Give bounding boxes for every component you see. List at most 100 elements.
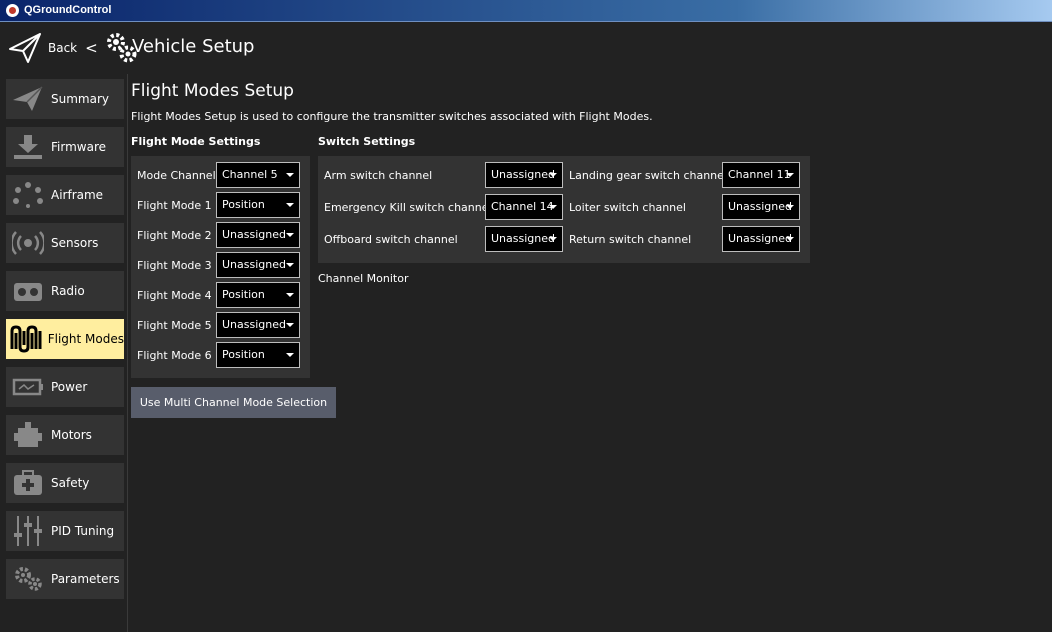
multi-channel-mode-button[interactable]: Use Multi Channel Mode Selection xyxy=(131,387,336,418)
loiter-switch-label: Loiter switch channel xyxy=(569,201,686,214)
switch-settings-panel: Arm switch channel Unassigned Emergency … xyxy=(318,156,810,263)
sidebar-item-label: Summary xyxy=(51,92,109,106)
dropdown-caret-icon xyxy=(286,293,294,297)
sidebar-item-label: Radio xyxy=(51,284,85,298)
sidebar-item-motors[interactable]: Motors xyxy=(6,415,124,455)
sidebar-item-summary[interactable]: Summary xyxy=(6,79,124,119)
page-section-title: Vehicle Setup xyxy=(132,36,255,57)
dropdown-caret-icon xyxy=(286,353,294,357)
window-titlebar: QGroundControl xyxy=(0,0,1052,22)
sidebar-item-safety[interactable]: Safety xyxy=(6,463,124,503)
sidebar-item-label: Motors xyxy=(51,428,92,442)
back-label: Back xyxy=(48,41,78,55)
flight-mode-5-label: Flight Mode 5 xyxy=(137,319,212,332)
back-button[interactable]: Back < xyxy=(8,30,138,66)
download-icon xyxy=(10,131,46,163)
dropdown-caret-icon xyxy=(786,237,794,241)
flight-mode-6-select[interactable]: Position xyxy=(216,342,300,368)
sidebar-item-label: Flight Modes xyxy=(47,332,124,346)
arm-switch-select[interactable]: Unassigned xyxy=(485,162,563,188)
return-switch-label: Return switch channel xyxy=(569,233,692,246)
select-value: Unassigned xyxy=(222,258,286,271)
sidebar-item-power[interactable]: Power xyxy=(6,367,124,407)
power-icon xyxy=(10,371,46,403)
sidebar-item-flight-modes[interactable]: Flight Modes xyxy=(6,319,124,359)
sidebar-item-firmware[interactable]: Firmware xyxy=(6,127,124,167)
sliders-icon xyxy=(10,515,46,547)
flight-mode-settings-panel: Mode Channel Channel 5 Flight Mode 1 Pos… xyxy=(131,156,310,378)
sidebar-item-pid-tuning[interactable]: PID Tuning xyxy=(6,511,124,551)
arm-switch-label: Arm switch channel xyxy=(324,169,433,182)
app-logo-icon xyxy=(6,4,19,17)
page-title: Flight Modes Setup xyxy=(131,81,294,101)
select-value: Position xyxy=(222,348,265,361)
breadcrumb-chevron: < xyxy=(85,39,98,57)
sidebar-item-airframe[interactable]: Airframe xyxy=(6,175,124,215)
setup-sidebar: Summary Firmware Airframe Sensors Radio … xyxy=(0,74,128,632)
select-value: Unassigned xyxy=(222,228,286,241)
dropdown-caret-icon xyxy=(549,237,557,241)
select-value: Channel 5 xyxy=(222,168,278,181)
offboard-switch-label: Offboard switch channel xyxy=(324,233,458,246)
sidebar-item-label: Parameters xyxy=(51,572,120,586)
sensors-icon xyxy=(10,227,46,259)
safety-icon xyxy=(10,467,46,499)
sidebar-item-label: Sensors xyxy=(51,236,99,250)
dropdown-caret-icon xyxy=(549,205,557,209)
sidebar-item-radio[interactable]: Radio xyxy=(6,271,124,311)
dropdown-caret-icon xyxy=(286,323,294,327)
dropdown-caret-icon xyxy=(286,173,294,177)
flight-mode-3-label: Flight Mode 3 xyxy=(137,259,212,272)
flight-mode-settings-heading: Flight Mode Settings xyxy=(131,135,261,148)
dropdown-caret-icon xyxy=(286,233,294,237)
mode-channel-select[interactable]: Channel 5 xyxy=(216,162,300,188)
sidebar-item-label: Safety xyxy=(51,476,90,490)
top-toolbar: Back < Vehicle Setup xyxy=(0,22,1052,74)
select-value: Channel 11 xyxy=(728,168,791,181)
channel-monitor-label: Channel Monitor xyxy=(318,272,409,285)
flight-mode-4-select[interactable]: Position xyxy=(216,282,300,308)
flight-mode-1-label: Flight Mode 1 xyxy=(137,199,212,212)
sidebar-item-label: Power xyxy=(51,380,88,394)
select-value: Position xyxy=(222,198,265,211)
landing-gear-switch-select[interactable]: Channel 11 xyxy=(722,162,800,188)
emergency-kill-switch-select[interactable]: Channel 14 xyxy=(485,194,563,220)
paper-plane-icon xyxy=(10,83,46,115)
dropdown-caret-icon xyxy=(549,173,557,177)
select-value: Unassigned xyxy=(728,232,792,245)
dropdown-caret-icon xyxy=(786,173,794,177)
airframe-icon xyxy=(10,179,46,211)
return-switch-select[interactable]: Unassigned xyxy=(722,226,800,252)
motors-icon xyxy=(10,419,46,451)
select-value: Unassigned xyxy=(491,168,555,181)
flight-mode-4-label: Flight Mode 4 xyxy=(137,289,212,302)
select-value: Unassigned xyxy=(491,232,555,245)
flight-mode-2-label: Flight Mode 2 xyxy=(137,229,212,242)
dropdown-caret-icon xyxy=(286,263,294,267)
emergency-kill-switch-label: Emergency Kill switch channel xyxy=(324,201,492,214)
offboard-switch-select[interactable]: Unassigned xyxy=(485,226,563,252)
mode-channel-label: Mode Channel xyxy=(137,169,216,182)
landing-gear-switch-label: Landing gear switch channel xyxy=(569,169,727,182)
select-value: Channel 14 xyxy=(491,200,554,213)
select-value: Unassigned xyxy=(728,200,792,213)
switch-settings-heading: Switch Settings xyxy=(318,135,416,148)
select-value: Position xyxy=(222,288,265,301)
flight-mode-6-label: Flight Mode 6 xyxy=(137,349,212,362)
page-description: Flight Modes Setup is used to configure … xyxy=(131,110,653,123)
multi-channel-mode-button-label: Use Multi Channel Mode Selection xyxy=(139,396,328,409)
flight-modes-icon xyxy=(10,323,43,355)
paper-plane-icon xyxy=(9,33,41,63)
flight-mode-5-select[interactable]: Unassigned xyxy=(216,312,300,338)
sidebar-item-label: Firmware xyxy=(51,140,106,154)
gears-icon xyxy=(10,563,46,595)
sidebar-item-parameters[interactable]: Parameters xyxy=(6,559,124,599)
flight-mode-3-select[interactable]: Unassigned xyxy=(216,252,300,278)
dropdown-caret-icon xyxy=(286,203,294,207)
loiter-switch-select[interactable]: Unassigned xyxy=(722,194,800,220)
flight-mode-1-select[interactable]: Position xyxy=(216,192,300,218)
select-value: Unassigned xyxy=(222,318,286,331)
sidebar-item-label: PID Tuning xyxy=(51,524,115,538)
sidebar-item-sensors[interactable]: Sensors xyxy=(6,223,124,263)
flight-mode-2-select[interactable]: Unassigned xyxy=(216,222,300,248)
